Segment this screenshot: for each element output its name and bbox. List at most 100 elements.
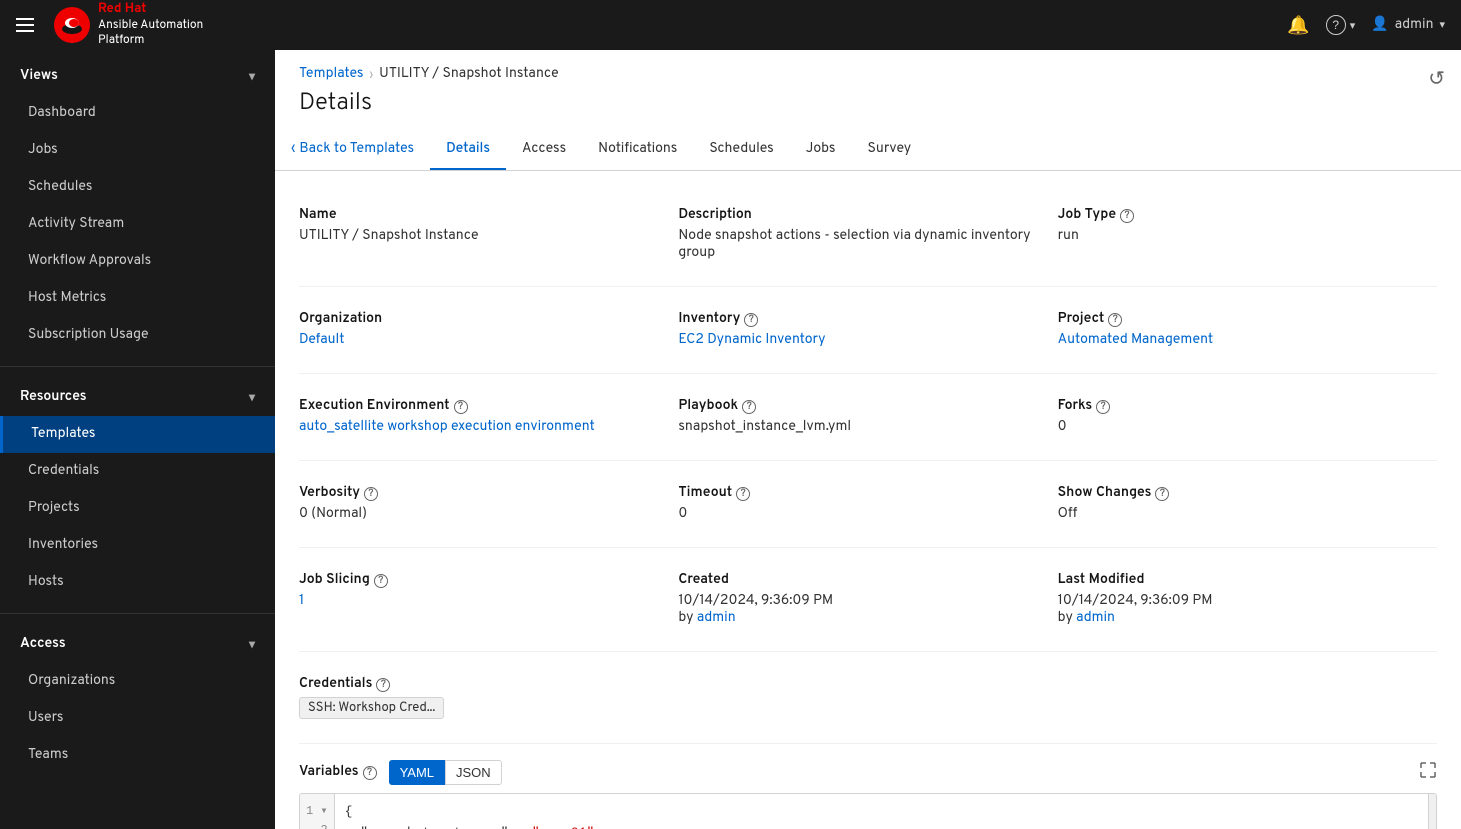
line-numbers: 1 ▾ 2 3 4 5 bbox=[300, 794, 335, 829]
playbook-label: Playbook ? bbox=[678, 398, 1041, 415]
tab-survey[interactable]: Survey bbox=[851, 131, 927, 170]
detail-row-4: Verbosity ? 0 (Normal) Timeout ? 0 bbox=[299, 461, 1437, 548]
sidebar-item-users[interactable]: Users bbox=[0, 700, 275, 737]
json-format-button[interactable]: JSON bbox=[445, 760, 502, 785]
inventory-link[interactable]: EC2 Dynamic Inventory bbox=[678, 332, 825, 349]
credentials-value: SSH: Workshop Cred... bbox=[299, 697, 662, 719]
detail-organization: Organization Default bbox=[299, 299, 678, 361]
sidebar-item-schedules[interactable]: Schedules bbox=[0, 169, 275, 206]
execution-env-help-icon[interactable]: ? bbox=[454, 400, 468, 414]
project-help-icon[interactable]: ? bbox=[1108, 313, 1122, 327]
sidebar-item-hosts[interactable]: Hosts bbox=[0, 564, 275, 601]
expand-variables-button[interactable] bbox=[1419, 761, 1437, 784]
job-slicing-label: Job Slicing ? bbox=[299, 572, 662, 589]
brand: Red Hat Ansible Automation Platform bbox=[54, 1, 203, 49]
sidebar-item-host-metrics[interactable]: Host Metrics bbox=[0, 280, 275, 317]
sidebar-item-activity-stream[interactable]: Activity Stream bbox=[0, 206, 275, 243]
sidebar-item-projects[interactable]: Projects bbox=[0, 490, 275, 527]
job-type-value: run bbox=[1058, 228, 1421, 245]
detail-job-slicing: Job Slicing ? 1 bbox=[299, 560, 678, 639]
forks-help-icon[interactable]: ? bbox=[1096, 400, 1110, 414]
sidebar-item-dashboard[interactable]: Dashboard bbox=[0, 95, 275, 132]
tab-notifications[interactable]: Notifications bbox=[582, 131, 693, 170]
sidebar-resources-header[interactable]: Resources ▾ bbox=[0, 379, 275, 416]
timeout-value: 0 bbox=[678, 506, 1041, 523]
history-button[interactable]: ↺ bbox=[1428, 66, 1445, 91]
show-changes-value: Off bbox=[1058, 506, 1421, 523]
detail-description: Description Node snapshot actions - sele… bbox=[678, 195, 1057, 274]
detail-row-2: Organization Default Inventory ? EC2 Dyn… bbox=[299, 287, 1437, 374]
detail-project: Project ? Automated Management bbox=[1058, 299, 1437, 361]
detail-playbook: Playbook ? snapshot_instance_lvm.yml bbox=[678, 386, 1057, 448]
code-editor[interactable]: 1 ▾ 2 3 4 5 { "snapshot_set_name": "snap… bbox=[299, 793, 1437, 829]
variables-section: Variables ? YAML JSON bbox=[299, 752, 1437, 829]
topnav: Red Hat Ansible Automation Platform 🔔 ? … bbox=[0, 0, 1461, 50]
show-changes-help-icon[interactable]: ? bbox=[1155, 487, 1169, 501]
inventory-help-icon[interactable]: ? bbox=[744, 313, 758, 327]
job-slicing-help-icon[interactable]: ? bbox=[374, 574, 388, 588]
timeout-help-icon[interactable]: ? bbox=[736, 487, 750, 501]
project-link[interactable]: Automated Management bbox=[1058, 332, 1213, 349]
project-value: Automated Management bbox=[1058, 332, 1421, 349]
playbook-help-icon[interactable]: ? bbox=[742, 400, 756, 414]
format-buttons: YAML JSON bbox=[389, 760, 502, 785]
sidebar-item-inventories[interactable]: Inventories bbox=[0, 527, 275, 564]
created-by-link[interactable]: admin bbox=[697, 610, 736, 627]
tab-jobs[interactable]: Jobs bbox=[790, 131, 852, 170]
sidebar-access-header[interactable]: Access ▾ bbox=[0, 626, 275, 663]
hamburger-menu[interactable] bbox=[16, 18, 34, 32]
breadcrumb-separator: › bbox=[369, 67, 373, 83]
execution-env-label: Execution Environment ? bbox=[299, 398, 662, 415]
playbook-value: snapshot_instance_lvm.yml bbox=[678, 419, 1041, 436]
tab-details[interactable]: Details bbox=[430, 131, 506, 170]
detail-show-changes: Show Changes ? Off bbox=[1058, 473, 1437, 535]
sidebar-item-subscription-usage[interactable]: Subscription Usage bbox=[0, 317, 275, 354]
organization-label: Organization bbox=[299, 311, 662, 328]
sidebar-views-header[interactable]: Views ▾ bbox=[0, 58, 275, 95]
back-chevron-icon: ‹ bbox=[291, 141, 295, 158]
yaml-format-button[interactable]: YAML bbox=[389, 760, 445, 785]
detail-name: Name UTILITY / Snapshot Instance bbox=[299, 195, 678, 274]
expand-icon bbox=[1419, 761, 1437, 779]
user-menu[interactable]: 👤 admin ▾ bbox=[1371, 16, 1445, 34]
tab-access[interactable]: Access bbox=[506, 131, 582, 170]
sidebar-item-organizations[interactable]: Organizations bbox=[0, 663, 275, 700]
user-menu-chevron-icon: ▾ bbox=[1439, 18, 1445, 33]
sidebar-item-templates[interactable]: Templates bbox=[0, 416, 275, 453]
notification-button[interactable]: 🔔 bbox=[1287, 15, 1309, 36]
execution-env-link[interactable]: auto_satellite workshop execution enviro… bbox=[299, 419, 595, 436]
inventory-value: EC2 Dynamic Inventory bbox=[678, 332, 1041, 349]
detail-forks: Forks ? 0 bbox=[1058, 386, 1437, 448]
help-button[interactable]: ? ▾ bbox=[1326, 15, 1356, 35]
tab-schedules[interactable]: Schedules bbox=[693, 131, 789, 170]
verbosity-label: Verbosity ? bbox=[299, 485, 662, 502]
tab-back-to-templates[interactable]: ‹ Back to Templates bbox=[275, 131, 430, 170]
variables-help-icon[interactable]: ? bbox=[363, 766, 377, 780]
created-label: Created bbox=[678, 572, 1041, 589]
page-header: Templates › UTILITY / Snapshot Instance … bbox=[275, 50, 1461, 131]
resources-chevron-icon: ▾ bbox=[249, 390, 255, 406]
verbosity-help-icon[interactable]: ? bbox=[364, 487, 378, 501]
redhat-logo-icon bbox=[54, 7, 90, 43]
details-content: Name UTILITY / Snapshot Instance Descrip… bbox=[275, 171, 1461, 829]
sidebar-item-teams[interactable]: Teams bbox=[0, 737, 275, 774]
job-type-label: Job Type ? bbox=[1058, 207, 1421, 224]
job-slicing-link[interactable]: 1 bbox=[299, 593, 304, 610]
sidebar-item-jobs[interactable]: Jobs bbox=[0, 132, 275, 169]
detail-verbosity: Verbosity ? 0 (Normal) bbox=[299, 473, 678, 535]
sidebar-item-credentials[interactable]: Credentials bbox=[0, 453, 275, 490]
detail-inventory: Inventory ? EC2 Dynamic Inventory bbox=[678, 299, 1057, 361]
last-modified-by-link[interactable]: admin bbox=[1076, 610, 1115, 627]
credentials-help-icon[interactable]: ? bbox=[376, 678, 390, 692]
username-label: admin bbox=[1395, 17, 1434, 34]
breadcrumb-templates-link[interactable]: Templates bbox=[299, 66, 363, 83]
sidebar-item-workflow-approvals[interactable]: Workflow Approvals bbox=[0, 243, 275, 280]
brand-name: Red Hat bbox=[98, 1, 203, 18]
job-type-help-icon[interactable]: ? bbox=[1120, 209, 1134, 223]
detail-row-6: Credentials ? SSH: Workshop Cred... bbox=[299, 652, 1437, 744]
organization-link[interactable]: Default bbox=[299, 332, 345, 349]
views-chevron-icon: ▾ bbox=[249, 69, 255, 85]
scrollbar[interactable] bbox=[1428, 794, 1436, 829]
sidebar-access-section: Access ▾ Organizations Users Teams bbox=[0, 618, 275, 782]
name-value: UTILITY / Snapshot Instance bbox=[299, 228, 662, 245]
